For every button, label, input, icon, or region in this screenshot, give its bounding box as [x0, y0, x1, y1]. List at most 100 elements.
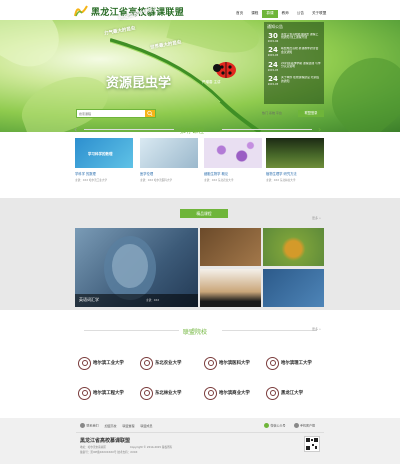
news-panel: 通知公告 30 2015-06 黑龙江省高校慕课联盟 课程上线通知 线上课程开课 …: [264, 22, 324, 104]
school-logo[interactable]: 哈尔滨医科大学: [204, 356, 260, 370]
news-text[interactable]: 关于举办 在线课程建设 培训班的通知: [279, 76, 321, 88]
footer-links: 联系我们 加盟高校 联盟章程 联盟成员: [80, 423, 153, 428]
hero-course-title[interactable]: 资源昆虫学: [106, 72, 171, 91]
nav-item-notices[interactable]: 公告: [293, 10, 308, 18]
news-item[interactable]: 24 2015-05 2015年春季学期 课程选课 与学分认定说明: [267, 60, 321, 74]
qr-code-icon: [304, 436, 320, 452]
section-divider: [222, 330, 317, 331]
hero-course-subtitle: 严增春 主讲: [202, 80, 221, 84]
course-thumbnail[interactable]: [204, 138, 262, 168]
course-card[interactable]: 医学伦理 主讲：XXX 哈尔滨医科大学: [140, 138, 198, 190]
hero-banner[interactable]: [0, 20, 400, 132]
footer-link-join[interactable]: 加盟高校: [105, 424, 117, 428]
news-month: 2015-05: [267, 83, 279, 86]
school-logo[interactable]: 黑龙江大学: [266, 386, 322, 400]
school-name: 黑龙江大学: [281, 391, 303, 396]
nav-item-teachers[interactable]: 教师: [278, 10, 293, 18]
news-text[interactable]: 2015年春季学期 课程选课 与学分认定说明: [279, 62, 321, 74]
school-logo[interactable]: 哈尔滨工程大学: [78, 386, 134, 400]
nav-item-courses[interactable]: 课程: [247, 10, 262, 18]
footer-link-app[interactable]: 手机客户端: [293, 423, 315, 428]
footer-icp: 备案号：黑ICP备XXXXXXXX号 技术支持：XXXX: [80, 451, 138, 454]
school-name: 哈尔滨商业大学: [219, 391, 250, 396]
course-thumbnail[interactable]: [266, 138, 324, 168]
school-seal-icon: [266, 356, 279, 370]
news-text[interactable]: 联盟成员高校 慕课教学研讨会 会议通知: [279, 47, 321, 59]
section-divider: [84, 330, 179, 331]
carousel-next-icon[interactable]: ›: [318, 126, 321, 134]
news-day: 24: [268, 60, 278, 69]
phone-icon: [80, 423, 85, 428]
footer-link-wechat[interactable]: 微信公众号: [264, 423, 286, 428]
search-input[interactable]: [79, 111, 145, 117]
course-title[interactable]: 学科学 的数理: [75, 171, 133, 176]
course-card[interactable]: 植物生理学 研究方法 主讲：XXX 东北林业大学: [266, 138, 324, 190]
news-item[interactable]: 24 2015-05 关于举办 在线课程建设 培训班的通知: [267, 76, 321, 88]
featured-main-meta: 主讲：XXX: [146, 299, 160, 302]
school-logo[interactable]: 东北林业大学: [140, 386, 196, 400]
featured-course-thumbnail[interactable]: [200, 269, 261, 307]
course-title[interactable]: 细胞生物学 概论: [204, 171, 262, 176]
news-month: 2015-05: [267, 54, 279, 57]
search-box: [76, 109, 156, 118]
course-thumbnail[interactable]: 学习科学的数理: [75, 138, 133, 168]
leaf-decoration: [14, 66, 116, 132]
school-logo[interactable]: 东北农业大学: [140, 356, 196, 370]
school-name: 东北林业大学: [155, 391, 182, 396]
section-divider: [84, 129, 174, 130]
news-day: 24: [268, 46, 278, 54]
leaf-decoration: [316, 42, 400, 132]
footer-divider: [76, 432, 324, 433]
course-meta: 主讲：XXX 东北林业大学: [266, 178, 296, 182]
school-name: 哈尔滨理工大学: [281, 361, 312, 366]
school-name: 东北农业大学: [155, 361, 182, 366]
main-nav: 首页 课程 慕课 教师 公告 关于联盟: [232, 10, 330, 18]
school-logo[interactable]: 哈尔滨工业大学: [78, 356, 134, 370]
course-title[interactable]: 医学伦理: [140, 171, 198, 176]
footer-address: 地址：哈尔滨市南岗区: [80, 446, 106, 449]
featured-course-thumbnail[interactable]: [263, 228, 324, 266]
news-text[interactable]: 黑龙江省高校慕课联盟 课程上线通知 线上课程开课: [279, 33, 321, 45]
news-month: 2015-06: [267, 39, 279, 43]
mobile-icon: [293, 423, 299, 428]
school-name: 哈尔滨医科大学: [219, 361, 250, 366]
nav-item-about[interactable]: 关于联盟: [308, 10, 330, 18]
nav-item-mooc[interactable]: 慕课: [262, 10, 278, 18]
recommended-section-title: 推荐课程: [180, 128, 205, 135]
hot-search-links[interactable]: 热门 系统 平台: [262, 111, 282, 115]
featured-more-link[interactable]: 更多 »: [312, 216, 321, 220]
school-seal-icon: [140, 356, 153, 370]
footer-link-label: 联系我们: [86, 423, 99, 428]
search-button[interactable]: [145, 110, 155, 117]
search-icon: [147, 110, 153, 116]
alliance-logo-icon[interactable]: [74, 5, 88, 17]
footer-link-contact[interactable]: 联系我们: [80, 423, 99, 428]
footer-link-label: 微信公众号: [270, 423, 286, 428]
course-title[interactable]: 植物生理学 研究方法: [266, 171, 324, 176]
alliance-more-link[interactable]: 更多 »: [312, 327, 321, 331]
wechat-icon: [264, 423, 269, 428]
nav-item-home[interactable]: 首页: [232, 10, 247, 18]
footer-link-charter[interactable]: 联盟章程: [123, 424, 135, 428]
school-logo[interactable]: 哈尔滨商业大学: [204, 386, 260, 400]
featured-main-title[interactable]: 英语词汇学: [79, 297, 99, 303]
course-thumbnail[interactable]: [140, 138, 198, 168]
footer-link-members[interactable]: 联盟成员: [141, 424, 153, 428]
course-card[interactable]: 细胞生物学 概论 主讲：XXX 东北农业大学: [204, 138, 262, 190]
school-name: 哈尔滨工程大学: [93, 391, 124, 396]
footer-brand: 黑龙江省高校慕课联盟: [80, 438, 131, 444]
featured-course-thumbnail[interactable]: [263, 269, 324, 307]
school-seal-icon: [204, 356, 217, 370]
alliance-section-title: 联盟院校: [183, 329, 208, 336]
school-logo[interactable]: 哈尔滨理工大学: [266, 356, 322, 370]
news-month: 2015-05: [267, 68, 279, 72]
news-day: 24: [268, 75, 278, 83]
featured-course-thumbnail[interactable]: [200, 228, 261, 266]
carousel-prev-icon[interactable]: ‹: [74, 126, 77, 134]
login-button[interactable]: 联盟登录: [298, 110, 324, 117]
school-seal-icon: [78, 356, 91, 370]
news-item[interactable]: 30 2015-06 黑龙江省高校慕课联盟 课程上线通知 线上课程开课: [267, 32, 321, 45]
footer: [0, 418, 400, 464]
news-item[interactable]: 24 2015-05 联盟成员高校 慕课教学研讨会 会议通知: [267, 47, 321, 59]
course-card[interactable]: 学习科学的数理 学科学 的数理 主讲：XXX 哈尔滨工业大学: [75, 138, 133, 190]
